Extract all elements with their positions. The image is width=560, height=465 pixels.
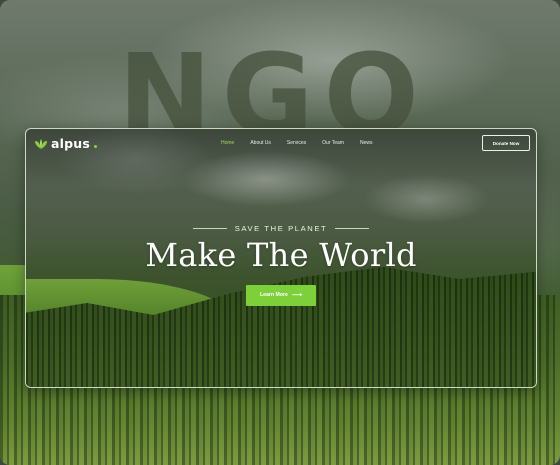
donate-button[interactable]: Donate Now xyxy=(482,135,530,151)
site-logo[interactable]: alpus xyxy=(34,136,98,151)
nav-item-news[interactable]: News xyxy=(360,140,373,146)
nav-item-home[interactable]: Home xyxy=(221,140,234,146)
hero-section: SAVE THE PLANET Make The World Learn Mor… xyxy=(26,224,536,306)
nav-item-services[interactable]: Services xyxy=(287,140,306,146)
site-navbar: alpus Home About Us Services Our Team Ne… xyxy=(26,129,536,159)
learn-more-label: Learn More xyxy=(259,292,288,299)
hero-headline: Make The World xyxy=(145,236,417,274)
leaf-icon xyxy=(35,138,47,149)
nav-menu: Home About Us Services Our Team News xyxy=(221,140,373,146)
arrow-right-icon: ⟶ xyxy=(291,291,302,299)
nav-item-our-team[interactable]: Our Team xyxy=(322,140,344,146)
learn-more-button[interactable]: Learn More ⟶ xyxy=(246,284,316,306)
eyebrow-line-left xyxy=(192,228,227,229)
hero-eyebrow: SAVE THE PLANET xyxy=(26,224,536,233)
eyebrow-text: SAVE THE PLANET xyxy=(234,224,328,233)
nav-item-about-us[interactable]: About Us xyxy=(250,140,271,146)
eyebrow-line-right xyxy=(335,228,370,229)
logo-text: alpus xyxy=(51,136,91,151)
logo-dot xyxy=(94,145,98,148)
website-preview: alpus Home About Us Services Our Team Ne… xyxy=(25,128,537,388)
